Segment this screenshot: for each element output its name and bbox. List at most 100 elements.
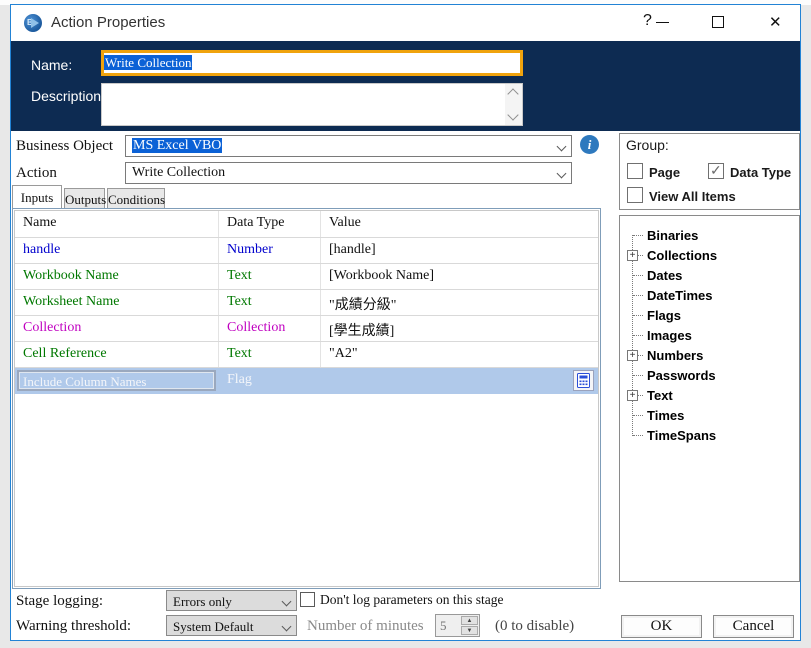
disable-hint-label: (0 to disable)	[495, 618, 575, 634]
tree-item-numbers[interactable]: + Numbers	[620, 345, 799, 365]
title-bar: Action Properties ? ✕	[11, 5, 800, 41]
param-value[interactable]: [學生成績]	[321, 316, 598, 341]
business-object-selected-text: MS Excel VBO	[132, 138, 223, 153]
info-icon[interactable]: i	[580, 135, 599, 154]
warning-threshold-label: Warning threshold:	[16, 618, 132, 634]
stage-logging-value: Errors only	[173, 594, 232, 609]
maximize-button[interactable]	[712, 16, 724, 28]
business-object-combobox[interactable]: MS Excel VBO	[125, 135, 572, 157]
tree-item-collections[interactable]: + Collections	[620, 245, 799, 265]
table-row[interactable]: Workbook Name Text [Workbook Name]	[15, 264, 598, 290]
check-icon: ✓	[710, 162, 722, 178]
window-title: Action Properties	[51, 14, 166, 31]
cancel-button[interactable]: Cancel	[713, 615, 794, 638]
name-label: Name:	[31, 57, 73, 73]
param-type: Text	[219, 342, 321, 367]
calculator-icon	[577, 373, 590, 388]
param-value[interactable]	[321, 368, 598, 393]
blue-prism-icon	[24, 14, 42, 32]
view-all-items-checkbox-label: View All Items	[649, 189, 736, 204]
column-header-data-type: Data Type	[219, 211, 321, 237]
param-name: Cell Reference	[15, 342, 219, 367]
param-type: Text	[219, 264, 321, 289]
action-combobox[interactable]: Write Collection	[125, 162, 572, 184]
minutes-value: 5	[440, 618, 447, 633]
stage-logging-label: Stage logging:	[16, 593, 104, 609]
tree-item-datetimes[interactable]: DateTimes	[620, 285, 799, 305]
tree-item-dates[interactable]: Dates	[620, 265, 799, 285]
chevron-down-icon	[556, 141, 567, 152]
name-input[interactable]: Write Collection	[101, 50, 523, 76]
dont-log-label: Don't log parameters on this stage	[320, 592, 504, 607]
action-properties-dialog: Action Properties ? ✕ Name: Write Collec…	[10, 4, 801, 641]
spinner-up-icon[interactable]: ▲	[461, 616, 478, 625]
tab-outputs[interactable]: Outputs	[64, 188, 106, 208]
table-header-row: Name Data Type Value	[15, 211, 598, 238]
description-label: Description:	[31, 88, 105, 104]
stage-logging-combobox[interactable]: Errors only	[166, 590, 297, 611]
param-value[interactable]: [Workbook Name]	[321, 264, 598, 289]
minimize-button[interactable]	[656, 22, 669, 23]
tree-item-timespans[interactable]: TimeSpans	[620, 425, 799, 445]
chevron-down-icon	[281, 596, 292, 607]
data-type-checkbox[interactable]: ✓	[708, 162, 724, 179]
dont-log-checkbox[interactable]	[300, 592, 315, 607]
param-type: Text	[219, 290, 321, 315]
expression-editor-button[interactable]	[573, 370, 594, 391]
tree-item-text[interactable]: + Text	[620, 385, 799, 405]
param-value[interactable]: "成績分級"	[321, 290, 598, 315]
param-name: Workbook Name	[15, 264, 219, 289]
table-row-selected[interactable]: Flag Include Column Names	[15, 368, 598, 394]
minutes-spinner[interactable]: 5 ▲ ▼	[435, 614, 480, 637]
description-input[interactable]	[101, 83, 523, 126]
group-title: Group:	[626, 137, 669, 153]
param-value[interactable]: [handle]	[321, 238, 598, 263]
view-all-items-checkbox[interactable]	[627, 187, 643, 203]
chevron-down-icon	[556, 168, 567, 179]
data-type-checkbox-label: Data Type	[730, 165, 792, 180]
tab-inputs[interactable]: Inputs	[12, 185, 62, 208]
spinner-down-icon[interactable]: ▼	[461, 626, 478, 635]
group-panel: Group: Page ✓ Data Type View All Items	[619, 133, 800, 210]
header-panel: Name: Write Collection Description:	[11, 41, 800, 131]
expand-icon[interactable]: +	[627, 390, 638, 401]
scroll-down-icon[interactable]	[507, 109, 519, 121]
param-name: Collection	[15, 316, 219, 341]
column-header-name: Name	[15, 211, 219, 237]
scroll-up-icon[interactable]	[507, 88, 519, 100]
param-name: Worksheet Name	[15, 290, 219, 315]
expand-icon[interactable]: +	[627, 350, 638, 361]
tree-item-times[interactable]: Times	[620, 405, 799, 425]
param-type: Number	[219, 238, 321, 263]
tree-item-flags[interactable]: Flags	[620, 305, 799, 325]
param-name-edit-field[interactable]: Include Column Names	[17, 370, 216, 391]
description-scrollbar[interactable]	[505, 84, 522, 125]
param-name: handle	[15, 238, 219, 263]
number-of-minutes-label: Number of minutes	[307, 618, 424, 634]
inputs-table-panel: Name Data Type Value handle Number [hand…	[12, 208, 601, 589]
expand-icon[interactable]: +	[627, 250, 638, 261]
column-header-value: Value	[329, 215, 361, 230]
table-row[interactable]: handle Number [handle]	[15, 238, 598, 264]
business-object-label: Business Object	[16, 138, 114, 154]
tree-item-passwords[interactable]: Passwords	[620, 365, 799, 385]
param-type: Flag	[227, 372, 252, 387]
warning-threshold-combobox[interactable]: System Default	[166, 615, 297, 636]
action-selected-text: Write Collection	[132, 165, 226, 180]
name-input-selected-text: Write Collection	[104, 55, 193, 70]
tree-item-images[interactable]: Images	[620, 325, 799, 345]
action-label: Action	[16, 165, 57, 181]
table-row[interactable]: Cell Reference Text "A2"	[15, 342, 598, 368]
page-checkbox[interactable]	[627, 163, 643, 179]
param-value[interactable]: "A2"	[321, 342, 598, 367]
ok-button[interactable]: OK	[621, 615, 702, 638]
table-row[interactable]: Worksheet Name Text "成績分級"	[15, 290, 598, 316]
help-button[interactable]: ?	[643, 12, 652, 30]
inputs-table: Name Data Type Value handle Number [hand…	[14, 210, 599, 587]
chevron-down-icon	[281, 621, 292, 632]
close-button[interactable]: ✕	[769, 13, 782, 31]
table-row[interactable]: Collection Collection [學生成績]	[15, 316, 598, 342]
tab-conditions[interactable]: Conditions	[107, 188, 165, 208]
param-type: Collection	[219, 316, 321, 341]
tree-item-binaries[interactable]: Binaries	[620, 225, 799, 245]
